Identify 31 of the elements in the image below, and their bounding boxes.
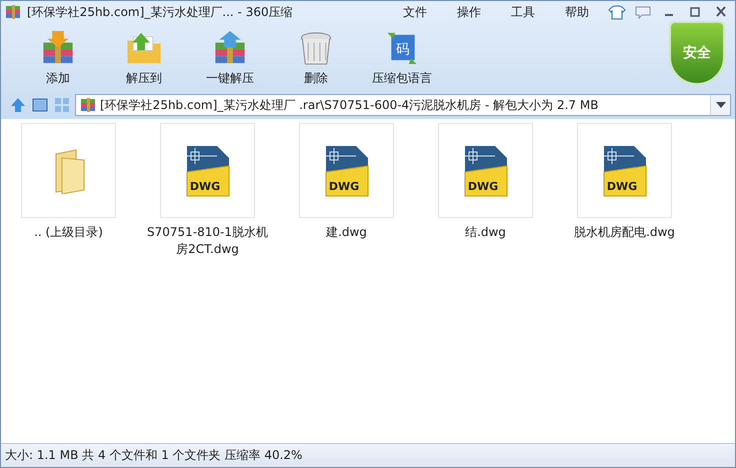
toolbar-button[interactable]: 解压到 [101, 29, 187, 87]
address-bar[interactable]: [环保学社25hb.com]_某污水处理厂 .rar\S70751-600-4污泥脱水机房 - 解包大小为 2.7 MB [75, 94, 731, 116]
file-thumbnail[interactable]: DWG [577, 123, 672, 218]
shirt-icon[interactable] [607, 4, 627, 20]
up-arrow-icon[interactable] [9, 96, 27, 114]
file-thumbnail[interactable]: DWG [299, 123, 394, 218]
toolbar-button[interactable]: 删除 [273, 29, 359, 87]
toolbar-button[interactable]: 添加 [15, 29, 101, 87]
file-thumbnail[interactable]: DWG [160, 123, 255, 218]
large-icons-view-icon[interactable] [31, 96, 49, 114]
file-name: 结.dwg [464, 224, 507, 241]
feedback-icon[interactable] [633, 4, 653, 20]
file-thumbnail[interactable]: DWG [438, 123, 533, 218]
file-name: .. (上级目录) [33, 224, 104, 241]
toolbar-button[interactable]: 码 压缩包语言 [359, 29, 445, 87]
menu-item[interactable]: 帮助 [553, 4, 601, 20]
toolbar-button[interactable]: 一键解压 [187, 29, 273, 87]
menu-item[interactable]: 工具 [499, 4, 547, 20]
menu-item[interactable]: 操作 [445, 4, 493, 20]
menu-item[interactable]: 文件 [391, 4, 439, 20]
address-path: [环保学社25hb.com]_某污水处理厂 .rar\S70751-600-4污泥脱水机房 - 解包大小为 2.7 MB [100, 96, 600, 114]
status-text: 大小: 1.1 MB 共 4 个文件和 1 个文件夹 压缩率 40.2% [5, 447, 302, 464]
window-title: [环保学社25hb.com]_某污水处理厂... - 360压缩 [27, 4, 294, 20]
dropdown-button[interactable] [710, 95, 730, 115]
file-name: 建.dwg [325, 224, 368, 241]
archive-icon [80, 97, 96, 113]
app-logo-icon [5, 4, 21, 20]
file-name: S70751-810-1脱水机房2CT.dwg [146, 224, 269, 258]
file-thumbnail[interactable] [21, 123, 116, 218]
caret-icon [716, 102, 726, 108]
file-name: 脱水机房配电.dwg [573, 224, 676, 241]
